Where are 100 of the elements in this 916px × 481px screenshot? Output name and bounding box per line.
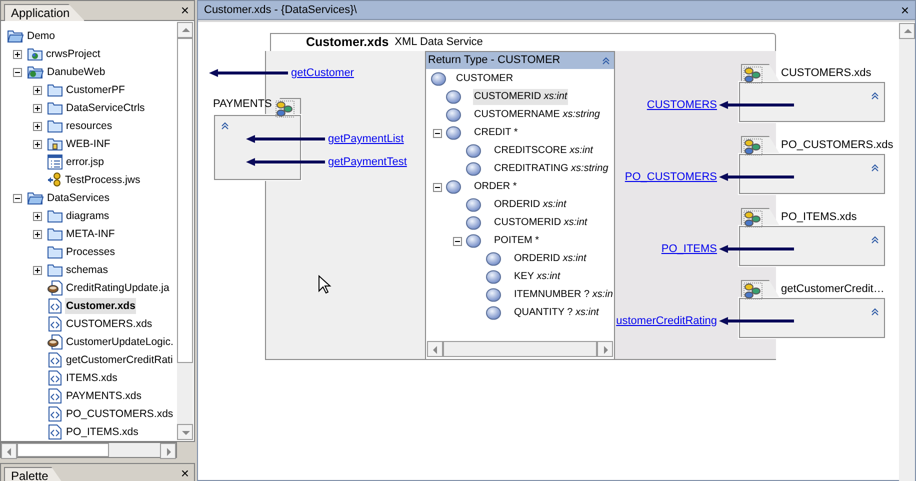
folder-icon	[47, 100, 63, 116]
schema-element[interactable]: CUSTOMERNAME xs:string	[473, 107, 601, 123]
code-file-icon	[47, 316, 63, 332]
code-file-icon	[47, 370, 63, 386]
folder-icon	[47, 226, 63, 242]
function-link[interactable]: getCustomer	[291, 65, 354, 82]
element-icon	[466, 144, 481, 158]
scroll-left-button[interactable]	[1, 443, 17, 459]
expand-icon[interactable]	[32, 266, 42, 274]
collapse-icon[interactable]	[433, 128, 442, 138]
folder-icon	[47, 262, 63, 278]
scroll-left-button[interactable]	[427, 341, 443, 357]
function-link[interactable]: CUSTOMERS	[646, 97, 717, 114]
scrollbar-thumb[interactable]	[443, 341, 597, 357]
scroll-right-button[interactable]	[597, 341, 613, 357]
element-icon	[446, 90, 461, 104]
tree-item[interactable]: Customer.xds	[65, 298, 136, 314]
schema-element[interactable]: QUANTITY ? xs:int	[513, 305, 600, 321]
source-name: PO_ITEMS.xds	[781, 210, 857, 225]
folder-icon	[47, 118, 63, 134]
function-link[interactable]: getPaymentList	[328, 131, 404, 148]
tree-item[interactable]: schemas	[65, 262, 110, 278]
schema-element[interactable]: ORDER *	[473, 179, 518, 195]
folder-icon	[47, 82, 63, 98]
close-button[interactable]: ×	[900, 2, 909, 18]
tree-item[interactable]: PO_ITEMS.xds	[65, 424, 140, 440]
tree-item[interactable]: Processes	[65, 244, 116, 260]
project-folder-icon	[27, 46, 43, 62]
open-folder-icon	[27, 190, 44, 206]
schema-element[interactable]: ITEMNUMBER ? xs:in	[513, 287, 614, 303]
mouse-pointer-icon	[318, 275, 332, 295]
tree-item[interactable]: WEB-INF	[65, 136, 112, 152]
tree-item[interactable]: PAYMENTS.xds	[65, 388, 142, 404]
tree-item[interactable]: TestProcess.jws	[64, 172, 142, 188]
element-icon	[431, 72, 446, 86]
scroll-right-button[interactable]	[160, 443, 176, 459]
vertical-scrollbar[interactable]	[899, 23, 915, 481]
horizontal-scrollbar[interactable]	[0, 442, 177, 458]
tree-item[interactable]: resources	[65, 118, 114, 134]
tree-item[interactable]: CreditRatingUpdate.ja	[65, 280, 170, 296]
tree-item[interactable]: crwsProject	[45, 46, 102, 62]
schema-element[interactable]: POITEM *	[493, 233, 540, 249]
schema-element[interactable]: CUSTOMERID xs:int	[473, 89, 568, 105]
tree-item[interactable]: ITEMS.xds	[65, 370, 118, 386]
function-link[interactable]: PO_CUSTOMERS	[624, 169, 717, 186]
tree-item[interactable]: getCustomerCreditRati	[65, 352, 174, 368]
expand-icon[interactable]	[32, 122, 42, 130]
schema-element[interactable]: ORDERID xs:int	[513, 251, 588, 267]
tree-item[interactable]: Demo	[26, 28, 56, 44]
schema-element[interactable]: CREDITSCORE xs:int	[493, 143, 594, 159]
collapse-icon[interactable]	[12, 68, 22, 76]
source-name: PAYMENTS	[213, 97, 272, 112]
collapse-icon[interactable]	[12, 194, 22, 202]
element-icon	[466, 216, 481, 230]
tree-item[interactable]: error.jsp	[65, 154, 105, 170]
tree-item[interactable]: DanubeWeb	[46, 64, 106, 80]
collapse-icon[interactable]	[453, 236, 462, 246]
tree-item[interactable]: CustomerUpdateLogic.	[65, 334, 174, 350]
horizontal-scrollbar[interactable]	[427, 341, 613, 357]
function-link[interactable]: ustomerCreditRating	[616, 313, 717, 330]
expand-icon[interactable]	[32, 212, 42, 220]
close-button[interactable]: ×	[180, 465, 189, 481]
tree-item[interactable]: diagrams	[65, 208, 110, 224]
folder-icon	[47, 244, 63, 260]
expand-icon[interactable]	[32, 230, 42, 238]
collapse-icon[interactable]	[433, 182, 442, 192]
tree-item[interactable]: CustomerPF	[65, 82, 126, 98]
panel-tab[interactable]: Palette	[4, 467, 64, 481]
source-name: CUSTOMERS.xds	[781, 66, 872, 81]
scroll-down-button[interactable]	[177, 424, 193, 440]
schema-element[interactable]: CREDITRATING xs:string	[493, 161, 610, 177]
schema-element[interactable]: CREDIT *	[473, 125, 519, 141]
data-source-icon	[743, 210, 763, 228]
expand-icon[interactable]	[32, 140, 42, 148]
schema-element[interactable]: CUSTOMERID xs:int	[493, 215, 588, 231]
tree-item[interactable]: PO_CUSTOMERS.xds	[65, 406, 174, 422]
scrollbar-thumb[interactable]	[17, 443, 109, 457]
expand-icon[interactable]	[32, 104, 42, 112]
element-icon	[486, 252, 501, 266]
close-button[interactable]: ×	[180, 2, 189, 18]
schema-element[interactable]: ORDERID xs:int	[493, 197, 568, 213]
tree-item[interactable]: DataServices	[46, 190, 110, 206]
expand-icon[interactable]	[12, 50, 22, 58]
tree-item[interactable]: CUSTOMERS.xds	[65, 316, 154, 332]
vertical-scrollbar[interactable]	[177, 22, 193, 440]
tree-item[interactable]: META-INF	[65, 226, 116, 242]
function-link[interactable]: getPaymentTest	[328, 154, 407, 170]
scrollbar-thumb[interactable]	[177, 38, 193, 363]
panel-tab[interactable]: Application	[4, 4, 85, 21]
scroll-up-button[interactable]	[177, 22, 193, 38]
expand-icon[interactable]	[32, 86, 42, 94]
tree-item[interactable]: DataServiceCtrls	[65, 100, 146, 116]
function-link[interactable]: PO_ITEMS	[661, 241, 717, 258]
schema-element[interactable]: CUSTOMER	[455, 71, 514, 87]
element-icon	[486, 288, 501, 302]
service-type: XML Data Service	[394, 35, 483, 50]
element-icon	[486, 306, 501, 320]
scroll-up-button[interactable]	[899, 23, 915, 39]
element-icon	[466, 198, 481, 212]
schema-element[interactable]: KEY xs:int	[513, 269, 562, 285]
